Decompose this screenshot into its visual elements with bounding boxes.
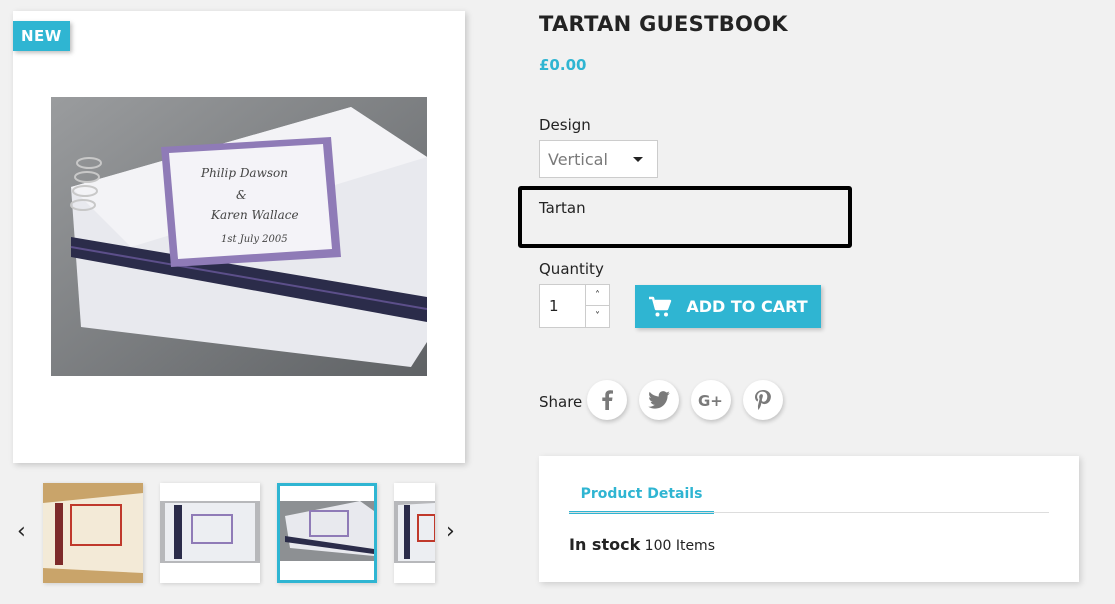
twitter-share-button[interactable] xyxy=(639,380,679,420)
quantity-label: Quantity xyxy=(539,260,604,278)
add-to-cart-button[interactable]: ADD TO CART xyxy=(635,285,821,328)
chevron-up-icon[interactable]: ˄ xyxy=(586,285,609,306)
new-badge: NEW xyxy=(13,21,70,51)
tab-product-details[interactable]: Product Details xyxy=(569,486,714,514)
pinterest-icon xyxy=(755,390,771,410)
product-details-panel: Product Details In stock 100 Items xyxy=(539,456,1079,582)
stock-label: In stock xyxy=(569,535,641,554)
google-plus-icon: G+ xyxy=(698,392,723,408)
product-price: £0.00 xyxy=(539,56,587,74)
shopping-cart-icon xyxy=(649,296,672,316)
google-plus-share-button[interactable]: G+ xyxy=(691,380,731,420)
thumbs-prev-arrow[interactable]: ‹ xyxy=(17,520,26,544)
thumbnail-1[interactable] xyxy=(43,483,143,583)
tartan-label: Tartan xyxy=(539,199,586,217)
svg-text:Philip Dawson: Philip Dawson xyxy=(200,166,288,180)
design-select[interactable]: Vertical xyxy=(539,140,658,178)
chevron-down-icon[interactable]: ˅ xyxy=(586,306,609,327)
add-to-cart-label: ADD TO CART xyxy=(686,297,808,316)
design-select-value: Vertical xyxy=(548,150,608,169)
thumbnail-4[interactable] xyxy=(394,483,435,583)
share-label: Share xyxy=(539,393,583,411)
tab-divider xyxy=(569,512,1049,513)
svg-text:Karen Wallace: Karen Wallace xyxy=(210,208,299,222)
pinterest-share-button[interactable] xyxy=(743,380,783,420)
facebook-icon xyxy=(602,390,613,410)
stock-info: In stock 100 Items xyxy=(569,535,715,554)
thumbs-next-arrow[interactable]: › xyxy=(446,520,455,544)
product-title: TARTAN GUESTBOOK xyxy=(539,12,788,36)
quantity-value: 1 xyxy=(549,297,559,315)
svg-text:&: & xyxy=(236,188,247,202)
tartan-highlight-box xyxy=(518,186,852,248)
svg-text:G+: G+ xyxy=(698,392,723,408)
twitter-icon xyxy=(648,391,670,409)
quantity-stepper[interactable]: ˄ ˅ xyxy=(585,285,609,327)
quantity-input[interactable]: 1 ˄ ˅ xyxy=(539,284,610,328)
facebook-share-button[interactable] xyxy=(587,380,627,420)
design-label: Design xyxy=(539,116,591,134)
caret-down-icon xyxy=(633,157,643,162)
product-photo[interactable]: Philip Dawson & Karen Wallace 1st July 2… xyxy=(51,97,427,376)
stock-value: 100 Items xyxy=(644,538,715,554)
svg-text:1st July 2005: 1st July 2005 xyxy=(221,234,288,245)
thumbnail-3-selected[interactable] xyxy=(277,483,377,583)
thumbnail-2[interactable] xyxy=(160,483,260,583)
